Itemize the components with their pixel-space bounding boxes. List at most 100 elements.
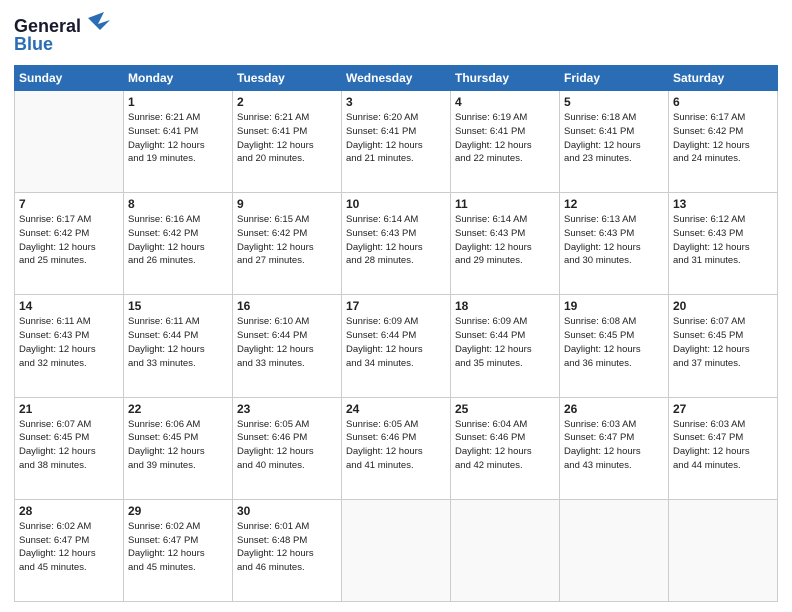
day-number: 1 <box>128 95 228 109</box>
day-info: Sunrise: 6:11 AM Sunset: 6:43 PM Dayligh… <box>19 315 119 370</box>
day-number: 21 <box>19 402 119 416</box>
calendar-header-cell: Wednesday <box>342 66 451 91</box>
day-info: Sunrise: 6:03 AM Sunset: 6:47 PM Dayligh… <box>564 418 664 473</box>
calendar-day-cell: 28 Sunrise: 6:02 AM Sunset: 6:47 PM Dayli… <box>15 499 124 601</box>
day-info: Sunrise: 6:20 AM Sunset: 6:41 PM Dayligh… <box>346 111 446 166</box>
day-number: 13 <box>673 197 773 211</box>
calendar-day-cell: 20 Sunrise: 6:07 AM Sunset: 6:45 PM Dayli… <box>669 295 778 397</box>
day-info: Sunrise: 6:01 AM Sunset: 6:48 PM Dayligh… <box>237 520 337 575</box>
calendar-day-cell: 18 Sunrise: 6:09 AM Sunset: 6:44 PM Dayli… <box>451 295 560 397</box>
day-number: 24 <box>346 402 446 416</box>
day-number: 17 <box>346 299 446 313</box>
calendar-day-cell: 30 Sunrise: 6:01 AM Sunset: 6:48 PM Dayli… <box>233 499 342 601</box>
day-number: 3 <box>346 95 446 109</box>
day-number: 28 <box>19 504 119 518</box>
calendar-day-cell: 9 Sunrise: 6:15 AM Sunset: 6:42 PM Daylig… <box>233 193 342 295</box>
day-info: Sunrise: 6:21 AM Sunset: 6:41 PM Dayligh… <box>237 111 337 166</box>
day-info: Sunrise: 6:05 AM Sunset: 6:46 PM Dayligh… <box>346 418 446 473</box>
day-info: Sunrise: 6:21 AM Sunset: 6:41 PM Dayligh… <box>128 111 228 166</box>
day-number: 19 <box>564 299 664 313</box>
day-info: Sunrise: 6:09 AM Sunset: 6:44 PM Dayligh… <box>346 315 446 370</box>
day-number: 16 <box>237 299 337 313</box>
calendar-day-cell: 1 Sunrise: 6:21 AM Sunset: 6:41 PM Daylig… <box>124 91 233 193</box>
calendar-day-cell: 29 Sunrise: 6:02 AM Sunset: 6:47 PM Dayli… <box>124 499 233 601</box>
day-number: 11 <box>455 197 555 211</box>
calendar-day-cell: 8 Sunrise: 6:16 AM Sunset: 6:42 PM Daylig… <box>124 193 233 295</box>
calendar-day-cell: 27 Sunrise: 6:03 AM Sunset: 6:47 PM Dayli… <box>669 397 778 499</box>
calendar-header-cell: Thursday <box>451 66 560 91</box>
day-info: Sunrise: 6:15 AM Sunset: 6:42 PM Dayligh… <box>237 213 337 268</box>
day-info: Sunrise: 6:06 AM Sunset: 6:45 PM Dayligh… <box>128 418 228 473</box>
day-info: Sunrise: 6:09 AM Sunset: 6:44 PM Dayligh… <box>455 315 555 370</box>
calendar-day-cell: 11 Sunrise: 6:14 AM Sunset: 6:43 PM Dayli… <box>451 193 560 295</box>
day-number: 30 <box>237 504 337 518</box>
day-info: Sunrise: 6:03 AM Sunset: 6:47 PM Dayligh… <box>673 418 773 473</box>
day-info: Sunrise: 6:02 AM Sunset: 6:47 PM Dayligh… <box>128 520 228 575</box>
calendar-day-cell: 21Sunrise: 6:07 AM Sunset: 6:45 PM Dayli… <box>15 397 124 499</box>
calendar-day-cell <box>342 499 451 601</box>
day-number: 14 <box>19 299 119 313</box>
calendar-day-cell: 22 Sunrise: 6:06 AM Sunset: 6:45 PM Dayli… <box>124 397 233 499</box>
calendar-week-row: 28 Sunrise: 6:02 AM Sunset: 6:47 PM Dayli… <box>15 499 778 601</box>
calendar-day-cell: 26 Sunrise: 6:03 AM Sunset: 6:47 PM Dayli… <box>560 397 669 499</box>
day-number: 12 <box>564 197 664 211</box>
calendar-day-cell: 13 Sunrise: 6:12 AM Sunset: 6:43 PM Dayli… <box>669 193 778 295</box>
svg-text:Blue: Blue <box>14 34 53 54</box>
day-number: 22 <box>128 402 228 416</box>
day-info: Sunrise: 6:18 AM Sunset: 6:41 PM Dayligh… <box>564 111 664 166</box>
day-info: Sunrise: 6:08 AM Sunset: 6:45 PM Dayligh… <box>564 315 664 370</box>
day-info: Sunrise: 6:02 AM Sunset: 6:47 PM Dayligh… <box>19 520 119 575</box>
day-info: Sunrise: 6:07 AM Sunset: 6:45 PM Dayligh… <box>673 315 773 370</box>
day-number: 2 <box>237 95 337 109</box>
calendar-day-cell: 23 Sunrise: 6:05 AM Sunset: 6:46 PM Dayli… <box>233 397 342 499</box>
calendar-table: SundayMondayTuesdayWednesdayThursdayFrid… <box>14 65 778 602</box>
day-number: 4 <box>455 95 555 109</box>
page: General Blue SundayMondayTuesdayWednesda… <box>0 0 792 612</box>
day-number: 20 <box>673 299 773 313</box>
header: General Blue <box>14 10 778 59</box>
calendar-day-cell <box>15 91 124 193</box>
day-number: 15 <box>128 299 228 313</box>
calendar-week-row: 7Sunrise: 6:17 AM Sunset: 6:42 PM Daylig… <box>15 193 778 295</box>
day-info: Sunrise: 6:19 AM Sunset: 6:41 PM Dayligh… <box>455 111 555 166</box>
calendar-day-cell: 19 Sunrise: 6:08 AM Sunset: 6:45 PM Dayli… <box>560 295 669 397</box>
calendar-week-row: 14 Sunrise: 6:11 AM Sunset: 6:43 PM Dayli… <box>15 295 778 397</box>
day-info: Sunrise: 6:17 AM Sunset: 6:42 PM Dayligh… <box>673 111 773 166</box>
calendar-day-cell: 12 Sunrise: 6:13 AM Sunset: 6:43 PM Dayli… <box>560 193 669 295</box>
calendar-week-row: 21Sunrise: 6:07 AM Sunset: 6:45 PM Dayli… <box>15 397 778 499</box>
calendar-day-cell: 17 Sunrise: 6:09 AM Sunset: 6:44 PM Dayli… <box>342 295 451 397</box>
calendar-day-cell: 5 Sunrise: 6:18 AM Sunset: 6:41 PM Daylig… <box>560 91 669 193</box>
calendar-day-cell: 7Sunrise: 6:17 AM Sunset: 6:42 PM Daylig… <box>15 193 124 295</box>
calendar-day-cell: 3 Sunrise: 6:20 AM Sunset: 6:41 PM Daylig… <box>342 91 451 193</box>
day-number: 25 <box>455 402 555 416</box>
day-info: Sunrise: 6:16 AM Sunset: 6:42 PM Dayligh… <box>128 213 228 268</box>
calendar-week-row: 1 Sunrise: 6:21 AM Sunset: 6:41 PM Daylig… <box>15 91 778 193</box>
day-number: 9 <box>237 197 337 211</box>
svg-text:General: General <box>14 16 81 36</box>
day-info: Sunrise: 6:14 AM Sunset: 6:43 PM Dayligh… <box>455 213 555 268</box>
day-number: 10 <box>346 197 446 211</box>
calendar-day-cell <box>669 499 778 601</box>
day-number: 27 <box>673 402 773 416</box>
day-info: Sunrise: 6:13 AM Sunset: 6:43 PM Dayligh… <box>564 213 664 268</box>
day-number: 18 <box>455 299 555 313</box>
calendar-day-cell: 25Sunrise: 6:04 AM Sunset: 6:46 PM Dayli… <box>451 397 560 499</box>
day-info: Sunrise: 6:12 AM Sunset: 6:43 PM Dayligh… <box>673 213 773 268</box>
calendar-header-row: SundayMondayTuesdayWednesdayThursdayFrid… <box>15 66 778 91</box>
calendar-day-cell: 15Sunrise: 6:11 AM Sunset: 6:44 PM Dayli… <box>124 295 233 397</box>
day-number: 8 <box>128 197 228 211</box>
day-number: 26 <box>564 402 664 416</box>
day-info: Sunrise: 6:17 AM Sunset: 6:42 PM Dayligh… <box>19 213 119 268</box>
calendar-day-cell: 16Sunrise: 6:10 AM Sunset: 6:44 PM Dayli… <box>233 295 342 397</box>
calendar-day-cell <box>560 499 669 601</box>
day-number: 5 <box>564 95 664 109</box>
day-info: Sunrise: 6:05 AM Sunset: 6:46 PM Dayligh… <box>237 418 337 473</box>
calendar-header-cell: Friday <box>560 66 669 91</box>
day-info: Sunrise: 6:14 AM Sunset: 6:43 PM Dayligh… <box>346 213 446 268</box>
calendar-day-cell <box>451 499 560 601</box>
calendar-header-cell: Monday <box>124 66 233 91</box>
calendar-header-cell: Tuesday <box>233 66 342 91</box>
calendar-day-cell: 24 Sunrise: 6:05 AM Sunset: 6:46 PM Dayli… <box>342 397 451 499</box>
day-number: 29 <box>128 504 228 518</box>
day-number: 23 <box>237 402 337 416</box>
